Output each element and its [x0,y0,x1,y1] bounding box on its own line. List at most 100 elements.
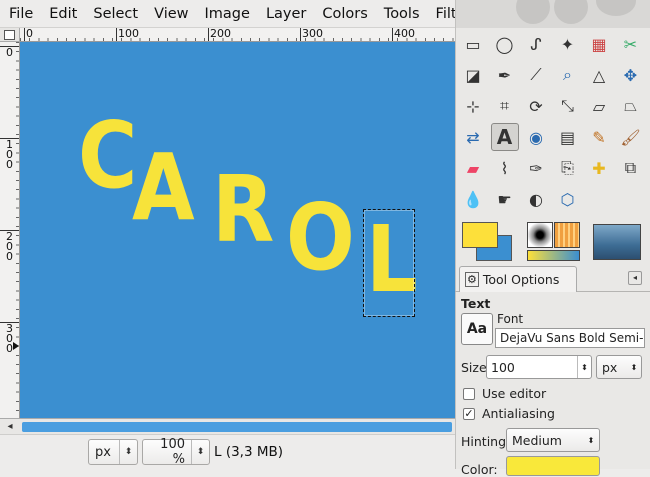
measure-tool-button[interactable]: △ [585,61,613,89]
dodge-burn-tool-button[interactable]: ◐ [522,185,550,213]
ruler-label: 200 [6,230,13,263]
rect-select-icon: ▭ [465,34,481,54]
pencil-tool-button[interactable]: ✎ [585,123,613,151]
menu-tools[interactable]: Tools [375,6,427,22]
unit-selector[interactable]: px ⬍ [88,439,138,465]
text-tool-button[interactable]: A [490,123,519,151]
image-canvas[interactable]: C A R O L [20,42,455,418]
menu-view[interactable]: View [145,6,195,22]
menu-layer[interactable]: Layer [257,6,313,22]
menu-image[interactable]: Image [196,6,257,22]
rect-select-tool-button[interactable]: ▭ [459,30,487,58]
heal-icon: ✚ [592,158,606,178]
ruler-label: 100 [6,138,13,171]
measure-icon: △ [592,65,606,85]
ruler-tick [208,28,209,41]
foreground-select-icon: ◪ [465,65,481,85]
shear-tool-button[interactable]: ▱ [585,92,613,120]
menu-file[interactable]: File [0,6,40,22]
blur-tool-button[interactable]: 💧 [459,185,487,213]
ink-tool-button[interactable]: ✑ [522,154,550,182]
paths-icon: ✒ [497,65,512,85]
foreground-color[interactable] [462,222,498,248]
statusbar: px ⬍ 100 % ⬍ L (3,3 MB) [0,434,455,469]
color-picker-tool-button[interactable]: ⟋ [522,61,550,89]
antialiasing-row[interactable]: ✓ Antialiasing [463,406,555,421]
paintbrush-tool-button[interactable]: 🖌 [617,123,645,151]
dock-tabbar: ⚙ Tool Options ◂ [455,264,650,292]
paintbrush-icon: 🖌 [620,127,641,147]
menu-edit[interactable]: Edit [40,6,84,22]
cage-transform-tool-button[interactable]: ⬡ [554,185,582,213]
blur-icon: 💧 [463,189,483,209]
menu-select[interactable]: Select [84,6,145,22]
zoom-tool-button[interactable]: ⌕ [554,61,582,89]
font-chooser-button[interactable]: Aa [461,313,493,345]
tab-tool-options[interactable]: ⚙ Tool Options [459,266,577,292]
crop-tool-button[interactable]: ⌗ [491,92,519,120]
use-editor-checkbox[interactable] [463,387,475,400]
airbrush-tool-button[interactable]: ⌇ [491,154,519,182]
flip-tool-button[interactable]: ⇄ [459,123,487,151]
chevron-updown-icon: ⬍ [587,435,595,445]
wilber-eye-shape [516,0,550,24]
text-color-button[interactable] [506,456,600,476]
select-by-color-tool-button[interactable]: ▦ [585,30,613,58]
pattern-preview[interactable] [554,222,580,248]
bucket-fill-tool-button[interactable]: ◉ [522,123,550,151]
menu-colors[interactable]: Colors [313,6,374,22]
gradient-preview[interactable] [527,250,580,261]
foreground-select-tool-button[interactable]: ◪ [459,61,487,89]
use-editor-row[interactable]: Use editor [463,386,546,401]
horizontal-scrollbar[interactable]: ◂ [0,418,455,434]
size-field[interactable]: 100 ⬍ [486,355,592,379]
scissors-tool-button[interactable]: ✂ [617,30,645,58]
ruler-label: 100 [118,28,139,40]
ellipse-select-tool-button[interactable]: ◯ [491,30,519,58]
eraser-tool-button[interactable]: ▰ [459,154,487,182]
chevron-updown-icon[interactable]: ⬍ [577,356,591,378]
font-label: Font [497,312,524,326]
menu-filters[interactable]: Filters [427,6,455,22]
perspective-tool-button[interactable]: ⏢ [617,92,645,120]
brush-preview[interactable] [527,222,553,248]
fuzzy-select-tool-button[interactable]: ✦ [554,30,582,58]
canvas-letter: R [212,156,275,263]
fg-bg-colors[interactable] [462,222,514,262]
scroll-thumb[interactable] [22,422,452,432]
navigate-left-icon[interactable]: ◂ [2,420,18,434]
tab-menu-icon[interactable]: ◂ [628,271,642,285]
clone-icon: ⎘ [561,158,574,177]
perspective-clone-tool-button[interactable]: ⧉ [617,154,645,182]
scale-tool-button[interactable]: ⤡ [554,92,582,120]
canvas-letter: O [286,184,355,291]
active-image-thumbnail[interactable] [593,224,641,260]
perspective-clone-icon: ⧉ [624,158,637,177]
blend-tool-button[interactable]: ▤ [554,123,582,151]
quick-mask-toggle[interactable] [0,28,20,42]
paths-tool-button[interactable]: ✒ [491,61,519,89]
clone-tool-button[interactable]: ⎘ [554,154,582,182]
align-tool-button[interactable]: ⊹ [459,92,487,120]
font-field[interactable]: DejaVu Sans Bold Semi-Con [495,328,645,348]
text-layer-boundary[interactable] [363,209,415,317]
move-tool-button[interactable]: ✥ [617,61,645,89]
rotate-tool-button[interactable]: ⟳ [522,92,550,120]
smudge-tool-button[interactable]: ☛ [491,185,519,213]
align-icon: ⊹ [466,96,480,116]
scale-icon: ⤡ [561,96,574,115]
size-unit-selector[interactable]: px ⬍ [596,355,642,379]
move-icon: ✥ [623,65,638,85]
chevron-updown-icon: ⬍ [119,440,137,464]
use-editor-label: Use editor [482,386,547,401]
menubar: File Edit Select View Image Layer Colors Tools F… [0,0,455,28]
wilber-drop-area[interactable] [456,0,650,28]
zoom-selector[interactable]: 100 % ⬍ [142,437,210,467]
lasso-tool-button[interactable]: ᔑ [522,30,550,58]
heal-tool-button[interactable]: ✚ [585,154,613,182]
hinting-selector[interactable]: Medium ⬍ [506,428,600,452]
ruler-tick [116,28,117,41]
layer-info: L (3,3 MB) [214,444,284,460]
ruler-label: 0 [6,46,13,59]
antialiasing-checkbox[interactable]: ✓ [463,407,475,420]
